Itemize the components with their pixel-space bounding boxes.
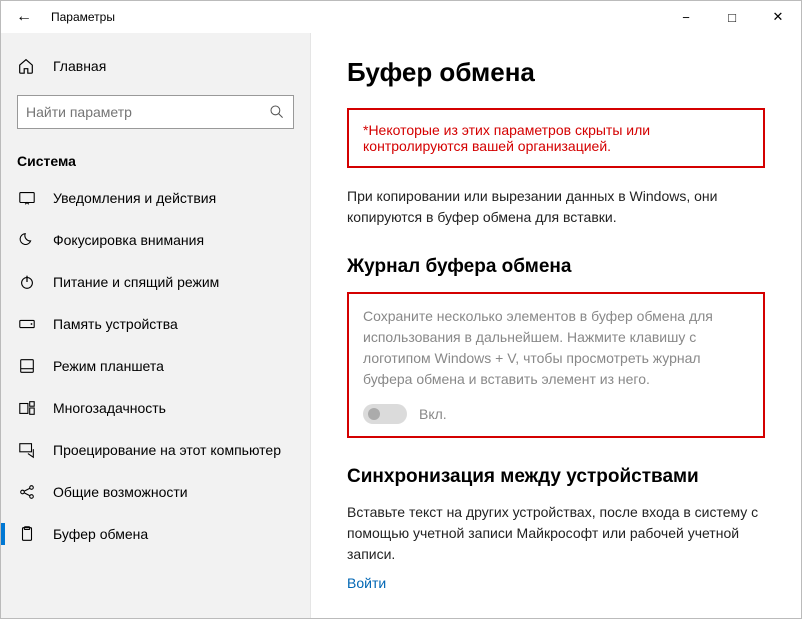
search-icon — [269, 104, 285, 120]
history-toggle-row: Вкл. — [363, 404, 749, 424]
window-title: Параметры — [47, 10, 663, 24]
clipboard-icon — [17, 525, 37, 543]
intro-desc: При копировании или вырезании данных в W… — [347, 186, 765, 228]
settings-window: ← Параметры − □ ✕ Главная — [0, 0, 802, 619]
titlebar: ← Параметры − □ ✕ — [1, 1, 801, 33]
sidebar-item-power[interactable]: Питание и спящий режим — [1, 261, 310, 303]
close-button[interactable]: ✕ — [755, 1, 801, 33]
sidebar-section-label: Система — [1, 145, 310, 177]
multitask-icon — [17, 399, 37, 417]
search-wrap — [1, 83, 310, 145]
back-button[interactable]: ← — [1, 8, 47, 26]
sidebar-item-focus[interactable]: Фокусировка внимания — [1, 219, 310, 261]
storage-icon — [17, 315, 37, 333]
home-icon — [17, 57, 37, 75]
content: Буфер обмена *Некоторые из этих параметр… — [311, 33, 801, 618]
sidebar-item-label: Память устройства — [53, 316, 178, 332]
sidebar-item-label: Проецирование на этот компьютер — [53, 442, 281, 458]
sidebar-item-label: Многозадачность — [53, 400, 166, 416]
moon-icon — [17, 231, 37, 249]
history-desc: Сохраните несколько элементов в буфер об… — [363, 306, 749, 390]
sidebar-item-storage[interactable]: Память устройства — [1, 303, 310, 345]
sidebar-home[interactable]: Главная — [1, 49, 310, 83]
sync-desc: Вставьте текст на других устройствах, по… — [347, 502, 765, 565]
notifications-icon — [17, 189, 37, 207]
sidebar-item-multitask[interactable]: Многозадачность — [1, 387, 310, 429]
sidebar-item-clipboard[interactable]: Буфер обмена — [1, 513, 310, 555]
power-icon — [17, 273, 37, 291]
history-toggle-label: Вкл. — [419, 406, 447, 422]
window-body: Главная Система Уведомления и действия — [1, 33, 801, 618]
sidebar-item-label: Общие возможности — [53, 484, 188, 500]
history-toggle[interactable] — [363, 404, 407, 424]
sidebar-item-label: Питание и спящий режим — [53, 274, 219, 290]
sidebar-item-label: Буфер обмена — [53, 526, 148, 542]
shared-icon — [17, 483, 37, 501]
sidebar-home-label: Главная — [53, 58, 106, 74]
projecting-icon — [17, 441, 37, 459]
sidebar-item-projecting[interactable]: Проецирование на этот компьютер — [1, 429, 310, 471]
tablet-icon — [17, 357, 37, 375]
sidebar-nav: Уведомления и действия Фокусировка внима… — [1, 177, 310, 618]
sidebar-item-notifications[interactable]: Уведомления и действия — [1, 177, 310, 219]
history-title: Журнал буфера обмена — [347, 256, 765, 278]
maximize-button[interactable]: □ — [709, 1, 755, 33]
minimize-button[interactable]: − — [663, 1, 709, 33]
signin-link[interactable]: Войти — [347, 575, 386, 591]
window-controls: − □ ✕ — [663, 1, 801, 33]
toggle-knob — [368, 408, 380, 420]
sidebar-item-label: Режим планшета — [53, 358, 164, 374]
sidebar-item-shared[interactable]: Общие возможности — [1, 471, 310, 513]
sync-title: Синхронизация между устройствами — [347, 466, 765, 488]
page-title: Буфер обмена — [347, 57, 765, 88]
search-box[interactable] — [17, 95, 294, 129]
sidebar: Главная Система Уведомления и действия — [1, 33, 311, 618]
org-warning: *Некоторые из этих параметров скрыты или… — [347, 108, 765, 168]
search-input[interactable] — [26, 104, 269, 120]
sidebar-item-tablet[interactable]: Режим планшета — [1, 345, 310, 387]
history-section: Сохраните несколько элементов в буфер об… — [347, 292, 765, 438]
sidebar-item-label: Фокусировка внимания — [53, 232, 204, 248]
sidebar-item-label: Уведомления и действия — [53, 190, 216, 206]
org-warning-text: *Некоторые из этих параметров скрыты или… — [363, 122, 650, 154]
